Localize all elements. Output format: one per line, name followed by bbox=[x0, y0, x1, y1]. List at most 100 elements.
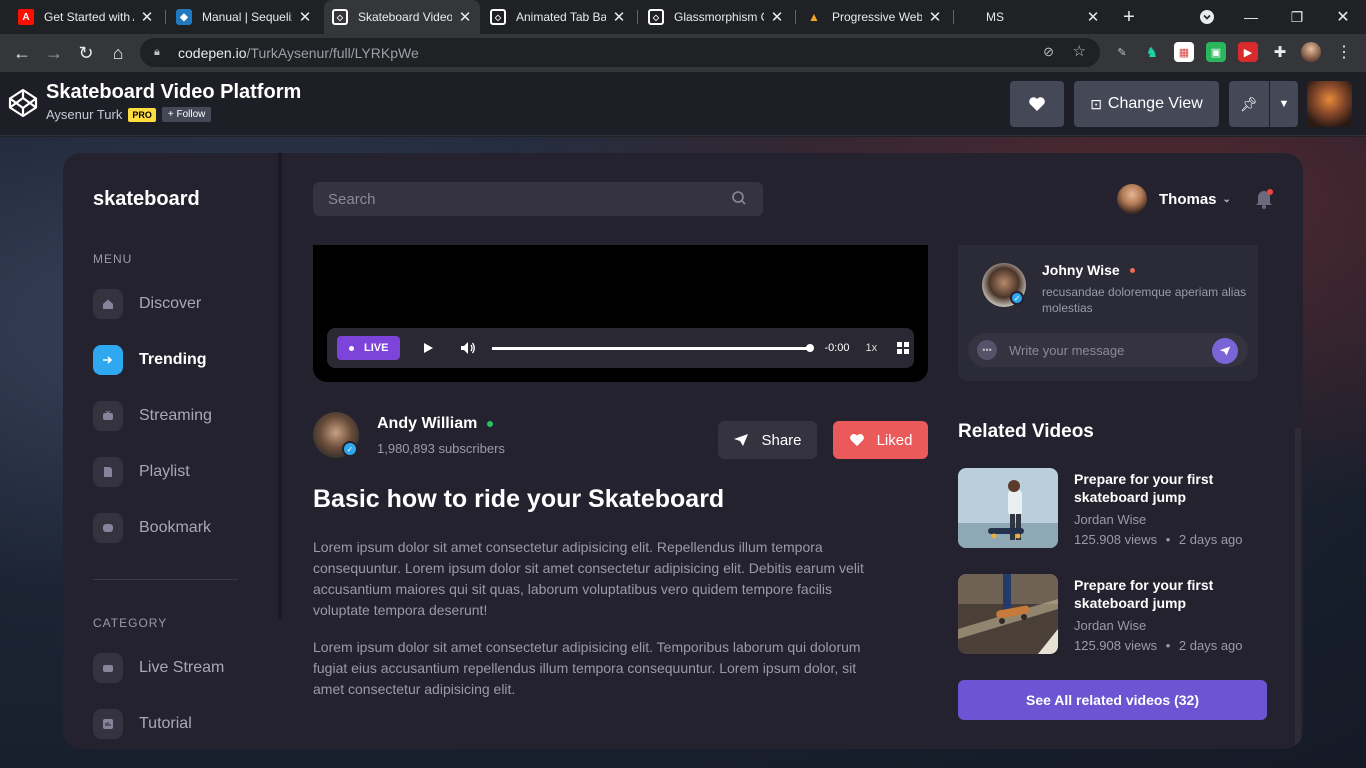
home-icon[interactable]: ⌂ bbox=[102, 34, 134, 72]
video-thumbnail[interactable] bbox=[958, 468, 1058, 548]
sidebar-item-playlist[interactable]: Playlist bbox=[93, 457, 190, 487]
fullscreen-icon[interactable] bbox=[897, 342, 910, 354]
pen-author[interactable]: Aysenur Turk bbox=[46, 107, 122, 122]
emoji-more-icon[interactable]: ••• bbox=[977, 340, 997, 360]
sidebar-item-label: Streaming bbox=[139, 407, 212, 424]
browser-tab-active[interactable]: ◇ Skateboard Video Platform ✕ bbox=[324, 0, 480, 34]
right-column-scrollbar[interactable] bbox=[1295, 428, 1301, 748]
tab-close-icon[interactable]: ✕ bbox=[770, 8, 784, 26]
heart-icon bbox=[1029, 97, 1045, 111]
pin-dropdown-button[interactable]: ▼ bbox=[1270, 81, 1298, 127]
heart-button[interactable] bbox=[1010, 81, 1064, 127]
close-window-icon[interactable]: ✕ bbox=[1320, 0, 1366, 34]
tab-title: MS bbox=[986, 10, 1004, 24]
profile-avatar[interactable] bbox=[1301, 42, 1321, 62]
category-heading: CATEGORY bbox=[93, 616, 168, 630]
back-icon[interactable]: ← bbox=[6, 34, 38, 72]
verified-check-icon: ✓ bbox=[342, 441, 358, 457]
sidebar-item-tutorial[interactable]: Tutorial bbox=[93, 709, 192, 739]
codepen-logo-icon[interactable] bbox=[8, 88, 38, 118]
address-bar[interactable]: 🔒︎ codepen.io/TurkAysenur/full/LYRKpWe ⊘… bbox=[140, 38, 1100, 67]
pin-icon: 📌︎ bbox=[1240, 95, 1258, 112]
channel-name[interactable]: Andy William bbox=[377, 415, 477, 433]
sidebar-scrollbar[interactable] bbox=[278, 153, 282, 619]
channel-avatar-wrap[interactable]: ✓ bbox=[313, 412, 359, 458]
browser-tab[interactable]: ▲ Progressive Web App ✕ bbox=[798, 0, 950, 34]
sidebar-item-label: Playlist bbox=[139, 463, 190, 480]
trending-icon bbox=[93, 345, 123, 375]
browser-tab[interactable]: ◆ Manual | Sequelize ✕ bbox=[168, 0, 320, 34]
related-video-card[interactable]: Prepare for your first skateboard jump J… bbox=[958, 574, 1268, 654]
chat-message-input[interactable]: ••• Write your message bbox=[968, 333, 1248, 367]
chat-message: recusandae doloremque aperiam alias mole… bbox=[1042, 285, 1247, 315]
tab-search-icon[interactable] bbox=[1184, 0, 1230, 34]
share-button[interactable]: Share bbox=[718, 421, 817, 459]
sidebar-item-label: Tutorial bbox=[139, 715, 192, 732]
browser-tab[interactable]: A Get Started with Adobe ✕ bbox=[10, 0, 162, 34]
chat-avatar-wrap[interactable]: ✓ bbox=[982, 263, 1026, 307]
brand-logo[interactable]: skateboard bbox=[93, 188, 200, 211]
tab-title: Progressive Web App bbox=[832, 10, 922, 24]
time-remaining: -0:00 bbox=[824, 342, 850, 354]
user-menu[interactable]: Thomas ⌄ bbox=[1117, 184, 1231, 214]
sidebar-item-discover[interactable]: Discover bbox=[93, 289, 201, 319]
related-video-author: Jordan Wise bbox=[1074, 618, 1147, 633]
volume-icon[interactable] bbox=[460, 341, 476, 355]
pin-button[interactable]: 📌︎ bbox=[1229, 81, 1269, 127]
live-chat: ✓ Johny Wise recusandae doloremque aperi… bbox=[958, 245, 1258, 381]
liked-button[interactable]: Liked bbox=[833, 421, 928, 459]
tab-close-icon[interactable]: ✕ bbox=[928, 8, 942, 26]
forward-icon[interactable]: → bbox=[38, 34, 70, 72]
pen-extension-icon[interactable]: ✎ bbox=[1112, 42, 1132, 62]
follow-button[interactable]: + Follow bbox=[161, 107, 212, 122]
extension-icon[interactable]: ▣ bbox=[1206, 42, 1226, 62]
video-thumbnail[interactable] bbox=[958, 574, 1058, 654]
live-badge: LIVE bbox=[337, 336, 401, 360]
eye-off-icon[interactable]: ⊘ bbox=[1043, 44, 1054, 60]
star-icon[interactable]: ☆ bbox=[1073, 42, 1086, 60]
new-tab-icon[interactable]: + bbox=[1106, 0, 1152, 34]
see-all-related-button[interactable]: See All related videos (32) bbox=[958, 680, 1267, 720]
browser-tab[interactable]: MS ✕ bbox=[956, 0, 1108, 34]
reload-icon[interactable]: ↻ bbox=[70, 34, 102, 72]
minimize-icon[interactable]: — bbox=[1228, 0, 1274, 34]
maximize-icon[interactable]: ❐ bbox=[1274, 0, 1320, 34]
browser-tab-strip: A Get Started with Adobe ✕ ◆ Manual | Se… bbox=[0, 0, 1366, 34]
change-view-button[interactable]: ⊡ Change View bbox=[1074, 81, 1219, 127]
related-video-card[interactable]: Prepare for your first skateboard jump J… bbox=[958, 468, 1268, 548]
sidebar-item-bookmark[interactable]: Bookmark bbox=[93, 513, 211, 543]
extension-icon[interactable]: ♞ bbox=[1142, 42, 1162, 62]
extension-icon[interactable]: ▦ bbox=[1174, 42, 1194, 62]
tab-close-icon[interactable]: ✕ bbox=[140, 8, 154, 26]
browser-tab[interactable]: ◇ Glassmorphism Cards ✕ bbox=[640, 0, 792, 34]
search-icon[interactable] bbox=[731, 190, 747, 206]
tab-close-icon[interactable]: ✕ bbox=[298, 8, 312, 26]
extension-icon[interactable]: ▶ bbox=[1238, 42, 1258, 62]
menu-kebab-icon[interactable]: ⋮ bbox=[1334, 42, 1354, 62]
play-icon[interactable] bbox=[422, 342, 434, 354]
speed-button[interactable]: 1x bbox=[866, 342, 878, 354]
seek-bar[interactable] bbox=[492, 343, 815, 352]
tab-close-icon[interactable]: ✕ bbox=[1086, 8, 1100, 26]
related-video-title[interactable]: Prepare for your first skateboard jump bbox=[1074, 576, 1254, 612]
send-message-button[interactable] bbox=[1212, 338, 1238, 364]
tab-close-icon[interactable]: ✕ bbox=[458, 8, 472, 26]
tab-title: Glassmorphism Cards bbox=[674, 10, 764, 24]
home-icon bbox=[93, 289, 123, 319]
browser-tab[interactable]: ◇ Animated Tab Bar ✕ bbox=[482, 0, 634, 34]
notification-bell-icon[interactable] bbox=[1255, 189, 1273, 214]
sidebar-item-live-stream[interactable]: Live Stream bbox=[93, 653, 224, 683]
tab-separator bbox=[953, 10, 954, 24]
tab-close-icon[interactable]: ✕ bbox=[612, 8, 626, 26]
url-path: /TurkAysenur/full/LYRKpWe bbox=[246, 44, 419, 61]
related-video-title[interactable]: Prepare for your first skateboard jump bbox=[1074, 470, 1254, 506]
menu-heading: MENU bbox=[93, 252, 133, 266]
sidebar-item-streaming[interactable]: Streaming bbox=[93, 401, 212, 431]
seek-handle[interactable] bbox=[806, 343, 815, 352]
change-view-label: Change View bbox=[1107, 95, 1203, 112]
extensions-puzzle-icon[interactable]: ✚ bbox=[1270, 42, 1290, 62]
user-avatar[interactable] bbox=[1307, 81, 1352, 127]
sidebar-item-trending[interactable]: Trending bbox=[93, 345, 207, 375]
liked-label: Liked bbox=[876, 431, 913, 449]
search-input[interactable]: Search bbox=[313, 182, 763, 216]
